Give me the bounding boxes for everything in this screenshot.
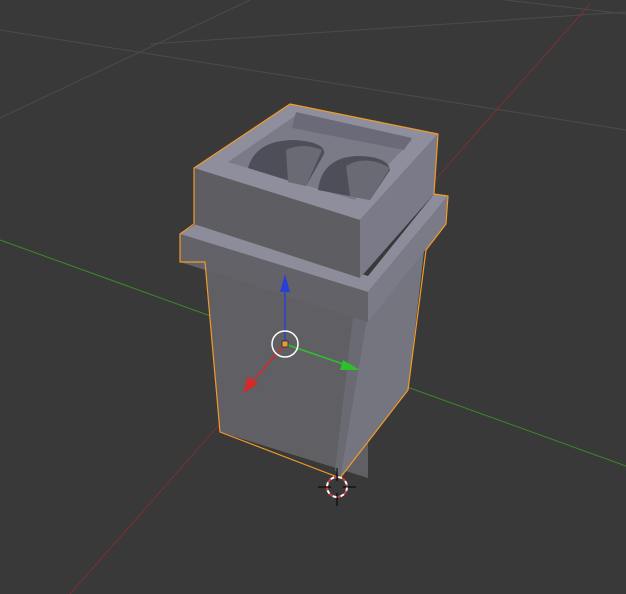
grid-line bbox=[149, 11, 626, 45]
3d-cursor-icon[interactable] bbox=[318, 468, 356, 506]
grid-line bbox=[0, 0, 251, 119]
pivot-point-icon[interactable] bbox=[281, 340, 289, 348]
3d-viewport[interactable] bbox=[0, 0, 626, 594]
viewport-canvas[interactable] bbox=[0, 0, 626, 594]
grid-line bbox=[504, 0, 626, 15]
selected-object[interactable] bbox=[179, 103, 449, 479]
